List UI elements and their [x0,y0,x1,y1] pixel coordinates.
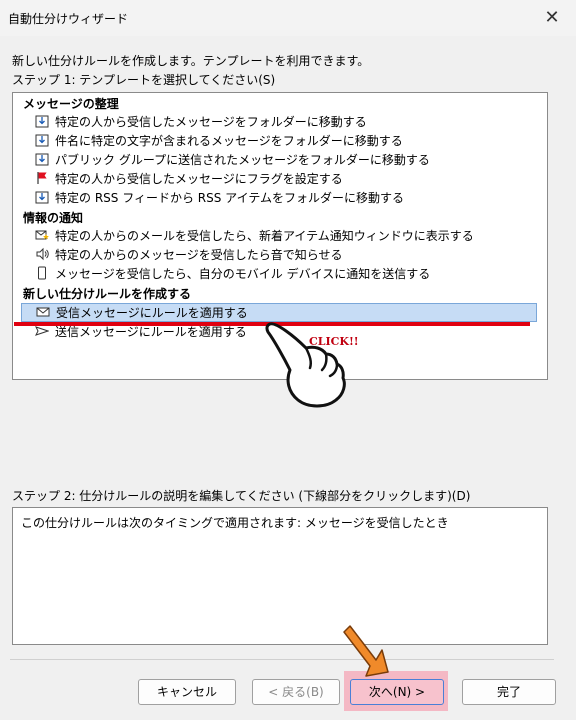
rule-description-text: この仕分けルールは次のタイミングで適用されます: メッセージを受信したとき [21,516,449,530]
pointer-arrow-icon [343,625,389,677]
template-item-label: パブリック グループに送信されたメッセージをフォルダーに移動する [55,153,430,167]
new-item-alert-icon [35,230,49,240]
template-item[interactable]: 特定の人から受信したメッセージをフォルダーに移動する [35,113,367,132]
template-item[interactable]: 特定の人からのメールを受信したら、新着アイテム通知ウィンドウに表示する [35,227,474,246]
send-icon [35,326,49,336]
pointing-hand-icon [265,322,346,408]
speaker-icon [36,247,49,261]
flag-icon [37,172,47,184]
step2-label: ステップ 2: 仕分けルールの説明を編集してください (下線部分をクリックします… [12,489,471,503]
template-item[interactable]: 特定の人からのメッセージを受信したら音で知らせる [35,246,343,265]
template-item-label: メッセージを受信したら、自分のモバイル デバイスに通知を送信する [55,267,431,281]
next-button[interactable]: 次へ(N) > [350,679,444,705]
template-item[interactable]: メッセージを受信したら、自分のモバイル デバイスに通知を送信する [35,265,430,284]
move-to-folder-icon [35,191,49,204]
footer-separator [10,659,554,660]
click-annotation: CLICK!! [309,335,359,348]
move-to-folder-icon [35,115,49,128]
intro-text: 新しい仕分けルールを作成します。テンプレートを利用できます。 [12,54,370,68]
template-item-label: 送信メッセージにルールを適用する [55,325,247,339]
template-item[interactable]: 件名に特定の文字が含まれるメッセージをフォルダーに移動する [35,132,403,151]
window-title: 自動仕分けウィザード [8,12,129,26]
template-item-label: 受信メッセージにルールを適用する [56,306,248,320]
step1-label: ステップ 1: テンプレートを選択してください(S) [12,73,276,87]
template-item-label: 特定の RSS フィードから RSS アイテムをフォルダーに移動する [55,191,404,205]
move-to-folder-icon [35,134,49,147]
template-item-label: 特定の人から受信したメッセージにフラグを設定する [55,172,343,186]
finish-button[interactable]: 完了 [462,679,556,705]
close-button[interactable]: ✕ [538,4,566,32]
template-item-label: 件名に特定の文字が含まれるメッセージをフォルダーに移動する [55,134,403,148]
group-notify: 情報の通知 [23,211,84,225]
rule-description-box[interactable]: この仕分けルールは次のタイミングで適用されます: メッセージを受信したとき [12,507,548,645]
back-button[interactable]: < 戻る(B) [252,679,340,705]
group-organize: メッセージの整理 [23,97,119,111]
template-item-label: 特定の人からのメールを受信したら、新着アイテム通知ウィンドウに表示する [55,229,474,243]
envelope-icon [36,307,50,317]
mobile-device-icon [38,266,46,280]
group-new-rule: 新しい仕分けルールを作成する [23,287,192,301]
move-to-folder-icon [35,153,49,166]
template-item-label: 特定の人から受信したメッセージをフォルダーに移動する [55,115,367,129]
template-item[interactable]: 特定の人から受信したメッセージにフラグを設定する [35,170,343,189]
title-bar: 自動仕分けウィザード ✕ [0,0,576,36]
template-item[interactable]: 特定の RSS フィードから RSS アイテムをフォルダーに移動する [35,189,404,208]
cancel-button[interactable]: キャンセル [138,679,236,705]
template-item[interactable]: パブリック グループに送信されたメッセージをフォルダーに移動する [35,151,430,170]
template-item-label: 特定の人からのメッセージを受信したら音で知らせる [55,248,343,262]
